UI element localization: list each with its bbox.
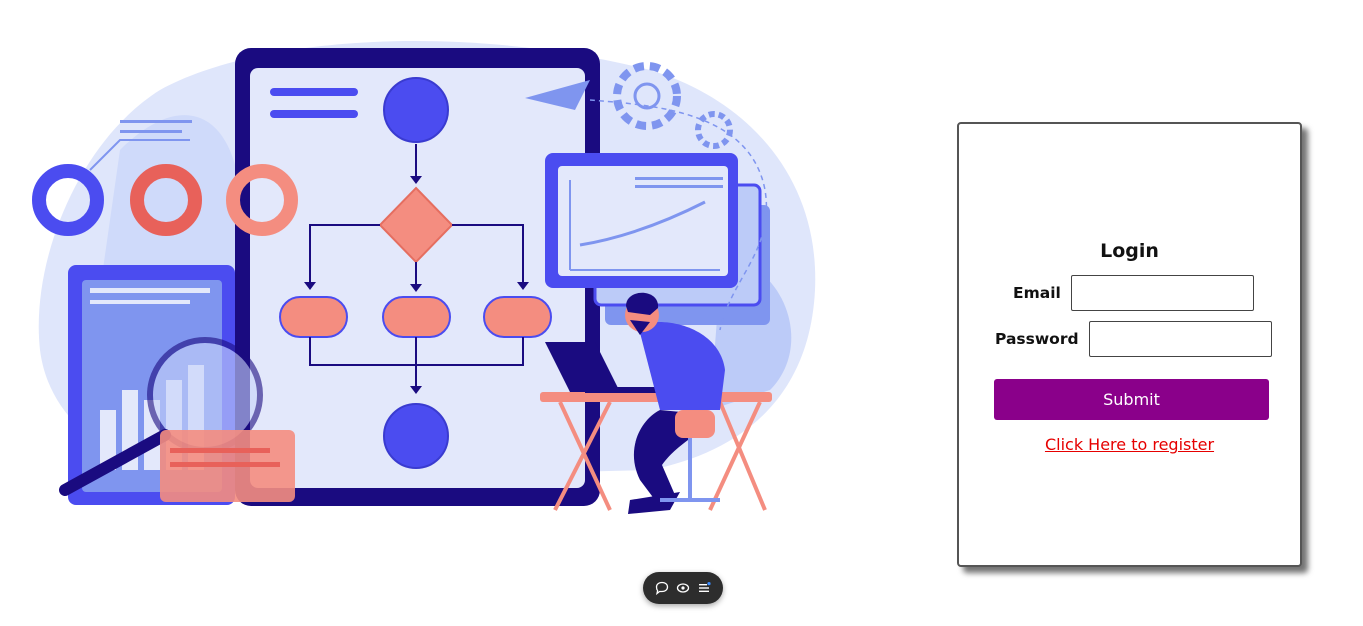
floating-toolbar <box>643 572 723 604</box>
email-row: Email <box>1013 275 1254 311</box>
email-input[interactable] <box>1070 275 1254 311</box>
login-page: Login Email Password Submit Click Here t… <box>0 0 1363 626</box>
submit-button[interactable]: Submit <box>994 379 1269 420</box>
login-card: Login Email Password Submit Click Here t… <box>957 122 1302 567</box>
login-title: Login <box>1100 240 1159 262</box>
register-link[interactable]: Click Here to register <box>959 435 1300 454</box>
comment-icon[interactable] <box>653 579 671 597</box>
flowchart-illustration <box>30 30 830 530</box>
password-row: Password <box>995 321 1272 357</box>
menu-icon[interactable] <box>695 579 713 597</box>
password-input[interactable] <box>1088 321 1272 357</box>
email-label: Email <box>1013 284 1061 302</box>
password-label: Password <box>995 330 1079 348</box>
eye-icon[interactable] <box>674 579 692 597</box>
